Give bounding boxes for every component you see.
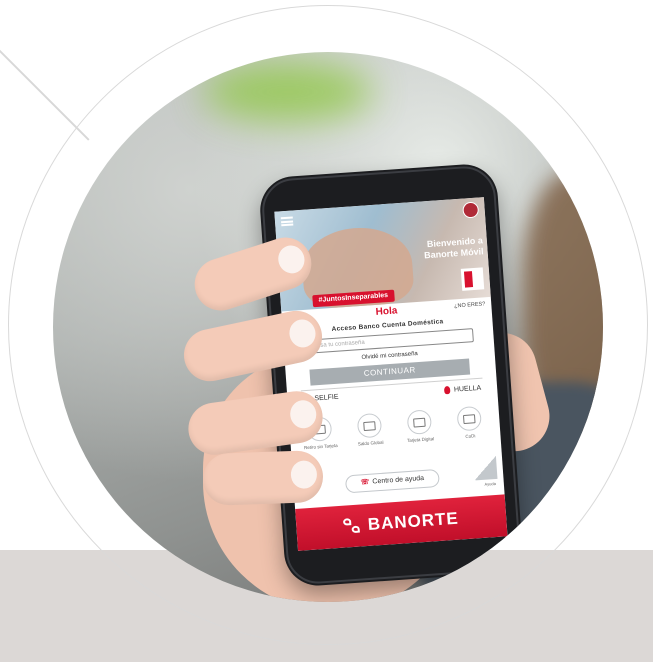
decorative-line <box>0 40 90 141</box>
outer-ring <box>8 5 648 645</box>
